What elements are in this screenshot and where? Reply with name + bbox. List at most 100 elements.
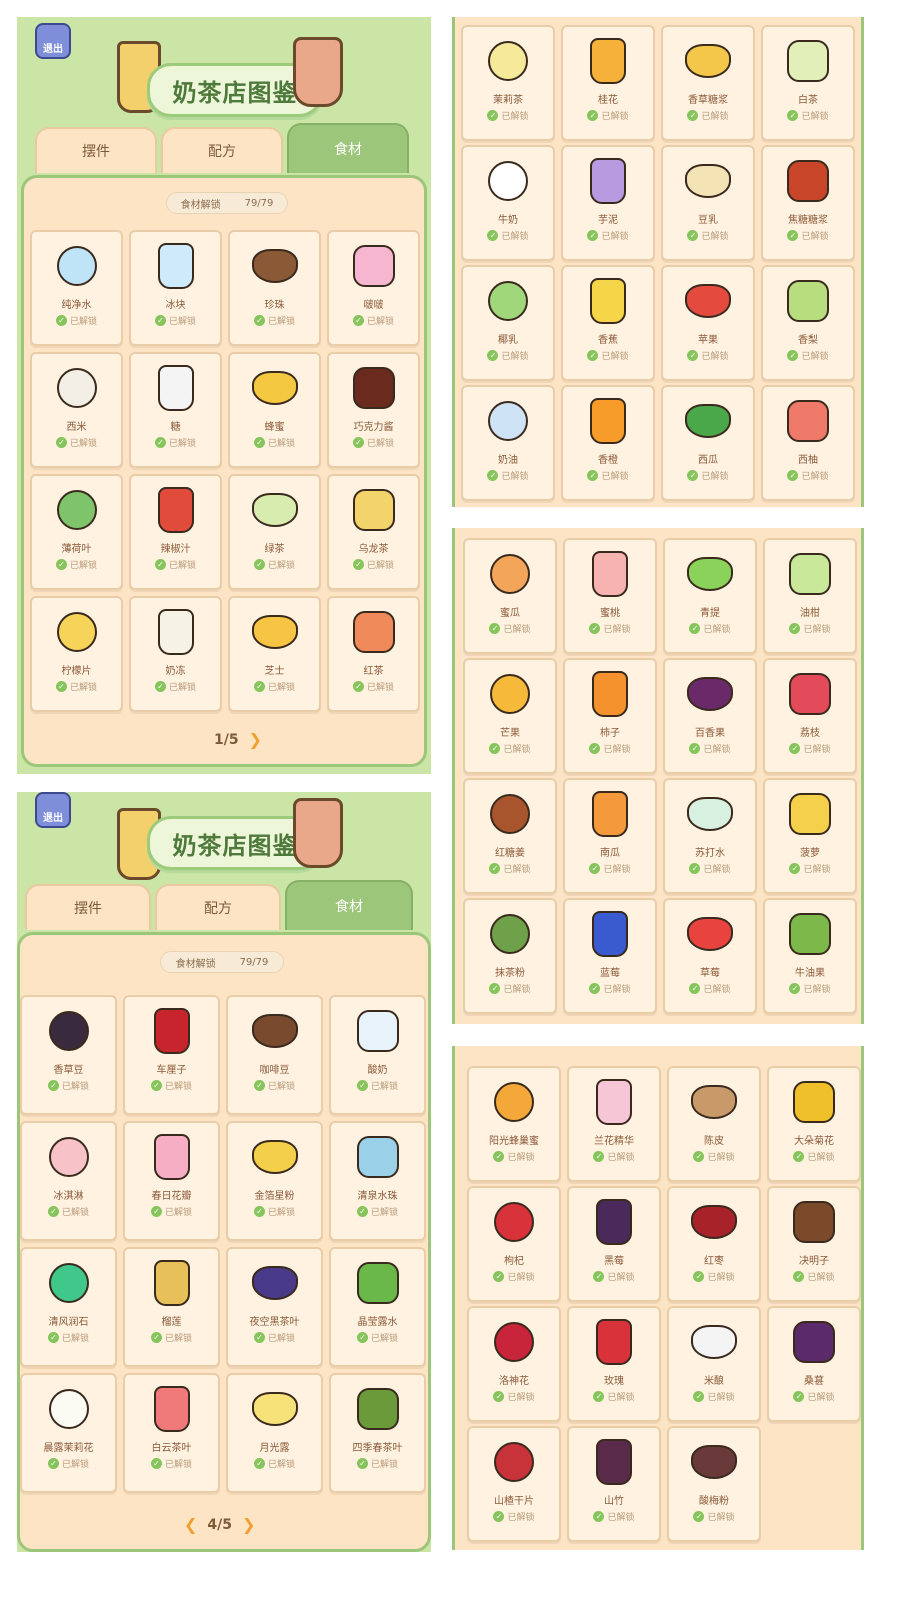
ingredient-card[interactable]: 枸杞 ✓ 已解锁 — [467, 1186, 561, 1302]
ingredient-card[interactable]: 香草豆 ✓ 已解锁 — [20, 995, 117, 1115]
ingredient-card[interactable]: 芒果 ✓ 已解锁 — [463, 658, 557, 774]
ingredient-card[interactable]: 香橙 ✓ 已解锁 — [561, 385, 655, 501]
tab-decor[interactable]: 摆件 — [25, 884, 151, 930]
status-text: 已解锁 — [601, 472, 629, 482]
ingredient-card[interactable]: 白云茶叶 ✓ 已解锁 — [123, 1373, 220, 1493]
ingredient-card[interactable]: 阳光蜂巢蜜 ✓ 已解锁 — [467, 1066, 561, 1182]
ingredient-card[interactable]: 红茶 ✓ 已解锁 — [327, 596, 420, 712]
ingredient-card[interactable]: 桑葚 ✓ 已解锁 — [767, 1306, 861, 1422]
ingredient-card[interactable]: 陈皮 ✓ 已解锁 — [667, 1066, 761, 1182]
exit-button[interactable]: 退出 — [35, 792, 71, 828]
ingredient-card[interactable]: 冰淇淋 ✓ 已解锁 — [20, 1121, 117, 1241]
ingredient-card[interactable]: 红糖姜 ✓ 已解锁 — [463, 778, 557, 894]
ingredient-card[interactable]: 四季春茶叶 ✓ 已解锁 — [329, 1373, 426, 1493]
ingredient-card[interactable]: 月光露 ✓ 已解锁 — [226, 1373, 323, 1493]
ingredient-card[interactable]: 柿子 ✓ 已解锁 — [563, 658, 657, 774]
ingredient-card[interactable]: 抹茶粉 ✓ 已解锁 — [463, 898, 557, 1014]
unlock-status: ✓ 已解锁 — [589, 742, 631, 755]
ingredient-card[interactable]: 蜂蜜 ✓ 已解锁 — [228, 352, 321, 468]
ingredient-card[interactable]: 红枣 ✓ 已解锁 — [667, 1186, 761, 1302]
ingredient-card[interactable]: 清风润石 ✓ 已解锁 — [20, 1247, 117, 1367]
ingredient-card[interactable]: 茉莉茶 ✓ 已解锁 — [461, 25, 555, 141]
ingredient-card[interactable]: 桂花 ✓ 已解锁 — [561, 25, 655, 141]
ingredient-card[interactable]: 晶莹露水 ✓ 已解锁 — [329, 1247, 426, 1367]
ingredient-card[interactable]: 柠檬片 ✓ 已解锁 — [30, 596, 123, 712]
ingredient-card[interactable]: 兰花精华 ✓ 已解锁 — [567, 1066, 661, 1182]
unlock-status: ✓ 已解锁 — [253, 1079, 295, 1092]
tab-recipe[interactable]: 配方 — [161, 127, 283, 173]
ingredient-card[interactable]: 大朵菊花 ✓ 已解锁 — [767, 1066, 861, 1182]
ingredient-card[interactable]: 南瓜 ✓ 已解锁 — [563, 778, 657, 894]
ingredient-card[interactable]: 西柚 ✓ 已解锁 — [761, 385, 855, 501]
ingredient-card[interactable]: 香草糖浆 ✓ 已解锁 — [661, 25, 755, 141]
blueberry-icon — [582, 908, 638, 960]
ingredient-card[interactable]: 咖啡豆 ✓ 已解锁 — [226, 995, 323, 1115]
ingredient-card[interactable]: 车厘子 ✓ 已解锁 — [123, 995, 220, 1115]
ingredient-card[interactable]: 焦糖糖浆 ✓ 已解锁 — [761, 145, 855, 261]
ingredient-card[interactable]: 清泉水珠 ✓ 已解锁 — [329, 1121, 426, 1241]
exit-button[interactable]: 退出 — [35, 23, 71, 59]
ingredient-card[interactable]: 荔枝 ✓ 已解锁 — [763, 658, 857, 774]
ingredient-card[interactable]: 金箔星粉 ✓ 已解锁 — [226, 1121, 323, 1241]
ingredient-card[interactable]: 蓝莓 ✓ 已解锁 — [563, 898, 657, 1014]
check-icon: ✓ — [493, 1151, 505, 1162]
ingredient-card[interactable]: 白茶 ✓ 已解锁 — [761, 25, 855, 141]
tab-ingredients[interactable]: 食材 — [285, 880, 413, 930]
ingredient-card[interactable]: 酸梅粉 ✓ 已解锁 — [667, 1426, 761, 1542]
ingredient-card[interactable]: 香梨 ✓ 已解锁 — [761, 265, 855, 381]
ingredient-card[interactable]: 西米 ✓ 已解锁 — [30, 352, 123, 468]
ingredient-card[interactable]: 糖 ✓ 已解锁 — [129, 352, 222, 468]
ingredient-card[interactable]: 玫瑰 ✓ 已解锁 — [567, 1306, 661, 1422]
ingredient-card[interactable]: 米酿 ✓ 已解锁 — [667, 1306, 761, 1422]
ingredient-card[interactable]: 香蕉 ✓ 已解锁 — [561, 265, 655, 381]
ingredient-card[interactable]: 奶油 ✓ 已解锁 — [461, 385, 555, 501]
peach-icon — [582, 548, 638, 600]
ingredient-card[interactable]: 山楂干片 ✓ 已解锁 — [467, 1426, 561, 1542]
ingredient-card[interactable]: 冰块 ✓ 已解锁 — [129, 230, 222, 346]
tab-decor[interactable]: 摆件 — [35, 127, 157, 173]
unlock-status: ✓ 已解锁 — [253, 1331, 295, 1344]
ingredient-card[interactable]: 绿茶 ✓ 已解锁 — [228, 474, 321, 590]
ingredient-card[interactable]: 油柑 ✓ 已解锁 — [763, 538, 857, 654]
ingredient-card[interactable]: 薄荷叶 ✓ 已解锁 — [30, 474, 123, 590]
tab-ingredients[interactable]: 食材 — [287, 123, 409, 173]
ingredient-card[interactable]: 夜空黑茶叶 ✓ 已解锁 — [226, 1247, 323, 1367]
ingredient-card[interactable]: 巧克力酱 ✓ 已解锁 — [327, 352, 420, 468]
unlock-counter: 食材解锁 79/79 — [160, 951, 284, 973]
ingredient-card[interactable]: 椰乳 ✓ 已解锁 — [461, 265, 555, 381]
ingredient-card[interactable]: 菠萝 ✓ 已解锁 — [763, 778, 857, 894]
ingredient-card[interactable]: 晨露茉莉花 ✓ 已解锁 — [20, 1373, 117, 1493]
ingredient-card[interactable]: 榴莲 ✓ 已解锁 — [123, 1247, 220, 1367]
ingredient-card[interactable]: 珍珠 ✓ 已解锁 — [228, 230, 321, 346]
ingredient-card[interactable]: 豆乳 ✓ 已解锁 — [661, 145, 755, 261]
prev-page-icon[interactable]: ❮ — [184, 1515, 197, 1534]
cream-can-icon — [480, 395, 536, 447]
ingredient-card[interactable]: 山竹 ✓ 已解锁 — [567, 1426, 661, 1542]
ingredient-card[interactable]: 黑莓 ✓ 已解锁 — [567, 1186, 661, 1302]
ingredient-card[interactable]: 乌龙茶 ✓ 已解锁 — [327, 474, 420, 590]
ingredient-card[interactable]: 苹果 ✓ 已解锁 — [661, 265, 755, 381]
ingredient-card[interactable]: 纯净水 ✓ 已解锁 — [30, 230, 123, 346]
ingredient-card[interactable]: 辣椒汁 ✓ 已解锁 — [129, 474, 222, 590]
ingredient-card[interactable]: 春日花瓣 ✓ 已解锁 — [123, 1121, 220, 1241]
ingredient-card[interactable]: 蜜桃 ✓ 已解锁 — [563, 538, 657, 654]
ingredient-card[interactable]: 西瓜 ✓ 已解锁 — [661, 385, 755, 501]
tab-recipe[interactable]: 配方 — [155, 884, 281, 930]
ingredient-card[interactable]: 牛油果 ✓ 已解锁 — [763, 898, 857, 1014]
ingredient-card[interactable]: 百香果 ✓ 已解锁 — [663, 658, 757, 774]
ingredient-card[interactable]: 牛奶 ✓ 已解锁 — [461, 145, 555, 261]
ingredient-card[interactable]: 青提 ✓ 已解锁 — [663, 538, 757, 654]
ingredient-card[interactable]: 苏打水 ✓ 已解锁 — [663, 778, 757, 894]
ingredient-card[interactable]: 芝士 ✓ 已解锁 — [228, 596, 321, 712]
ingredient-card[interactable]: 芋泥 ✓ 已解锁 — [561, 145, 655, 261]
ingredient-card[interactable]: 奶冻 ✓ 已解锁 — [129, 596, 222, 712]
lemon-slice-icon — [49, 606, 105, 658]
ingredient-card[interactable]: 酸奶 ✓ 已解锁 — [329, 995, 426, 1115]
next-page-icon[interactable]: ❯ — [242, 1515, 255, 1534]
ingredient-card[interactable]: 蜜瓜 ✓ 已解锁 — [463, 538, 557, 654]
ingredient-card[interactable]: 草莓 ✓ 已解锁 — [663, 898, 757, 1014]
next-page-icon[interactable]: ❯ — [249, 730, 262, 749]
ingredient-card[interactable]: 决明子 ✓ 已解锁 — [767, 1186, 861, 1302]
ingredient-card[interactable]: 洛神花 ✓ 已解锁 — [467, 1306, 561, 1422]
ingredient-card[interactable]: 啵啵 ✓ 已解锁 — [327, 230, 420, 346]
